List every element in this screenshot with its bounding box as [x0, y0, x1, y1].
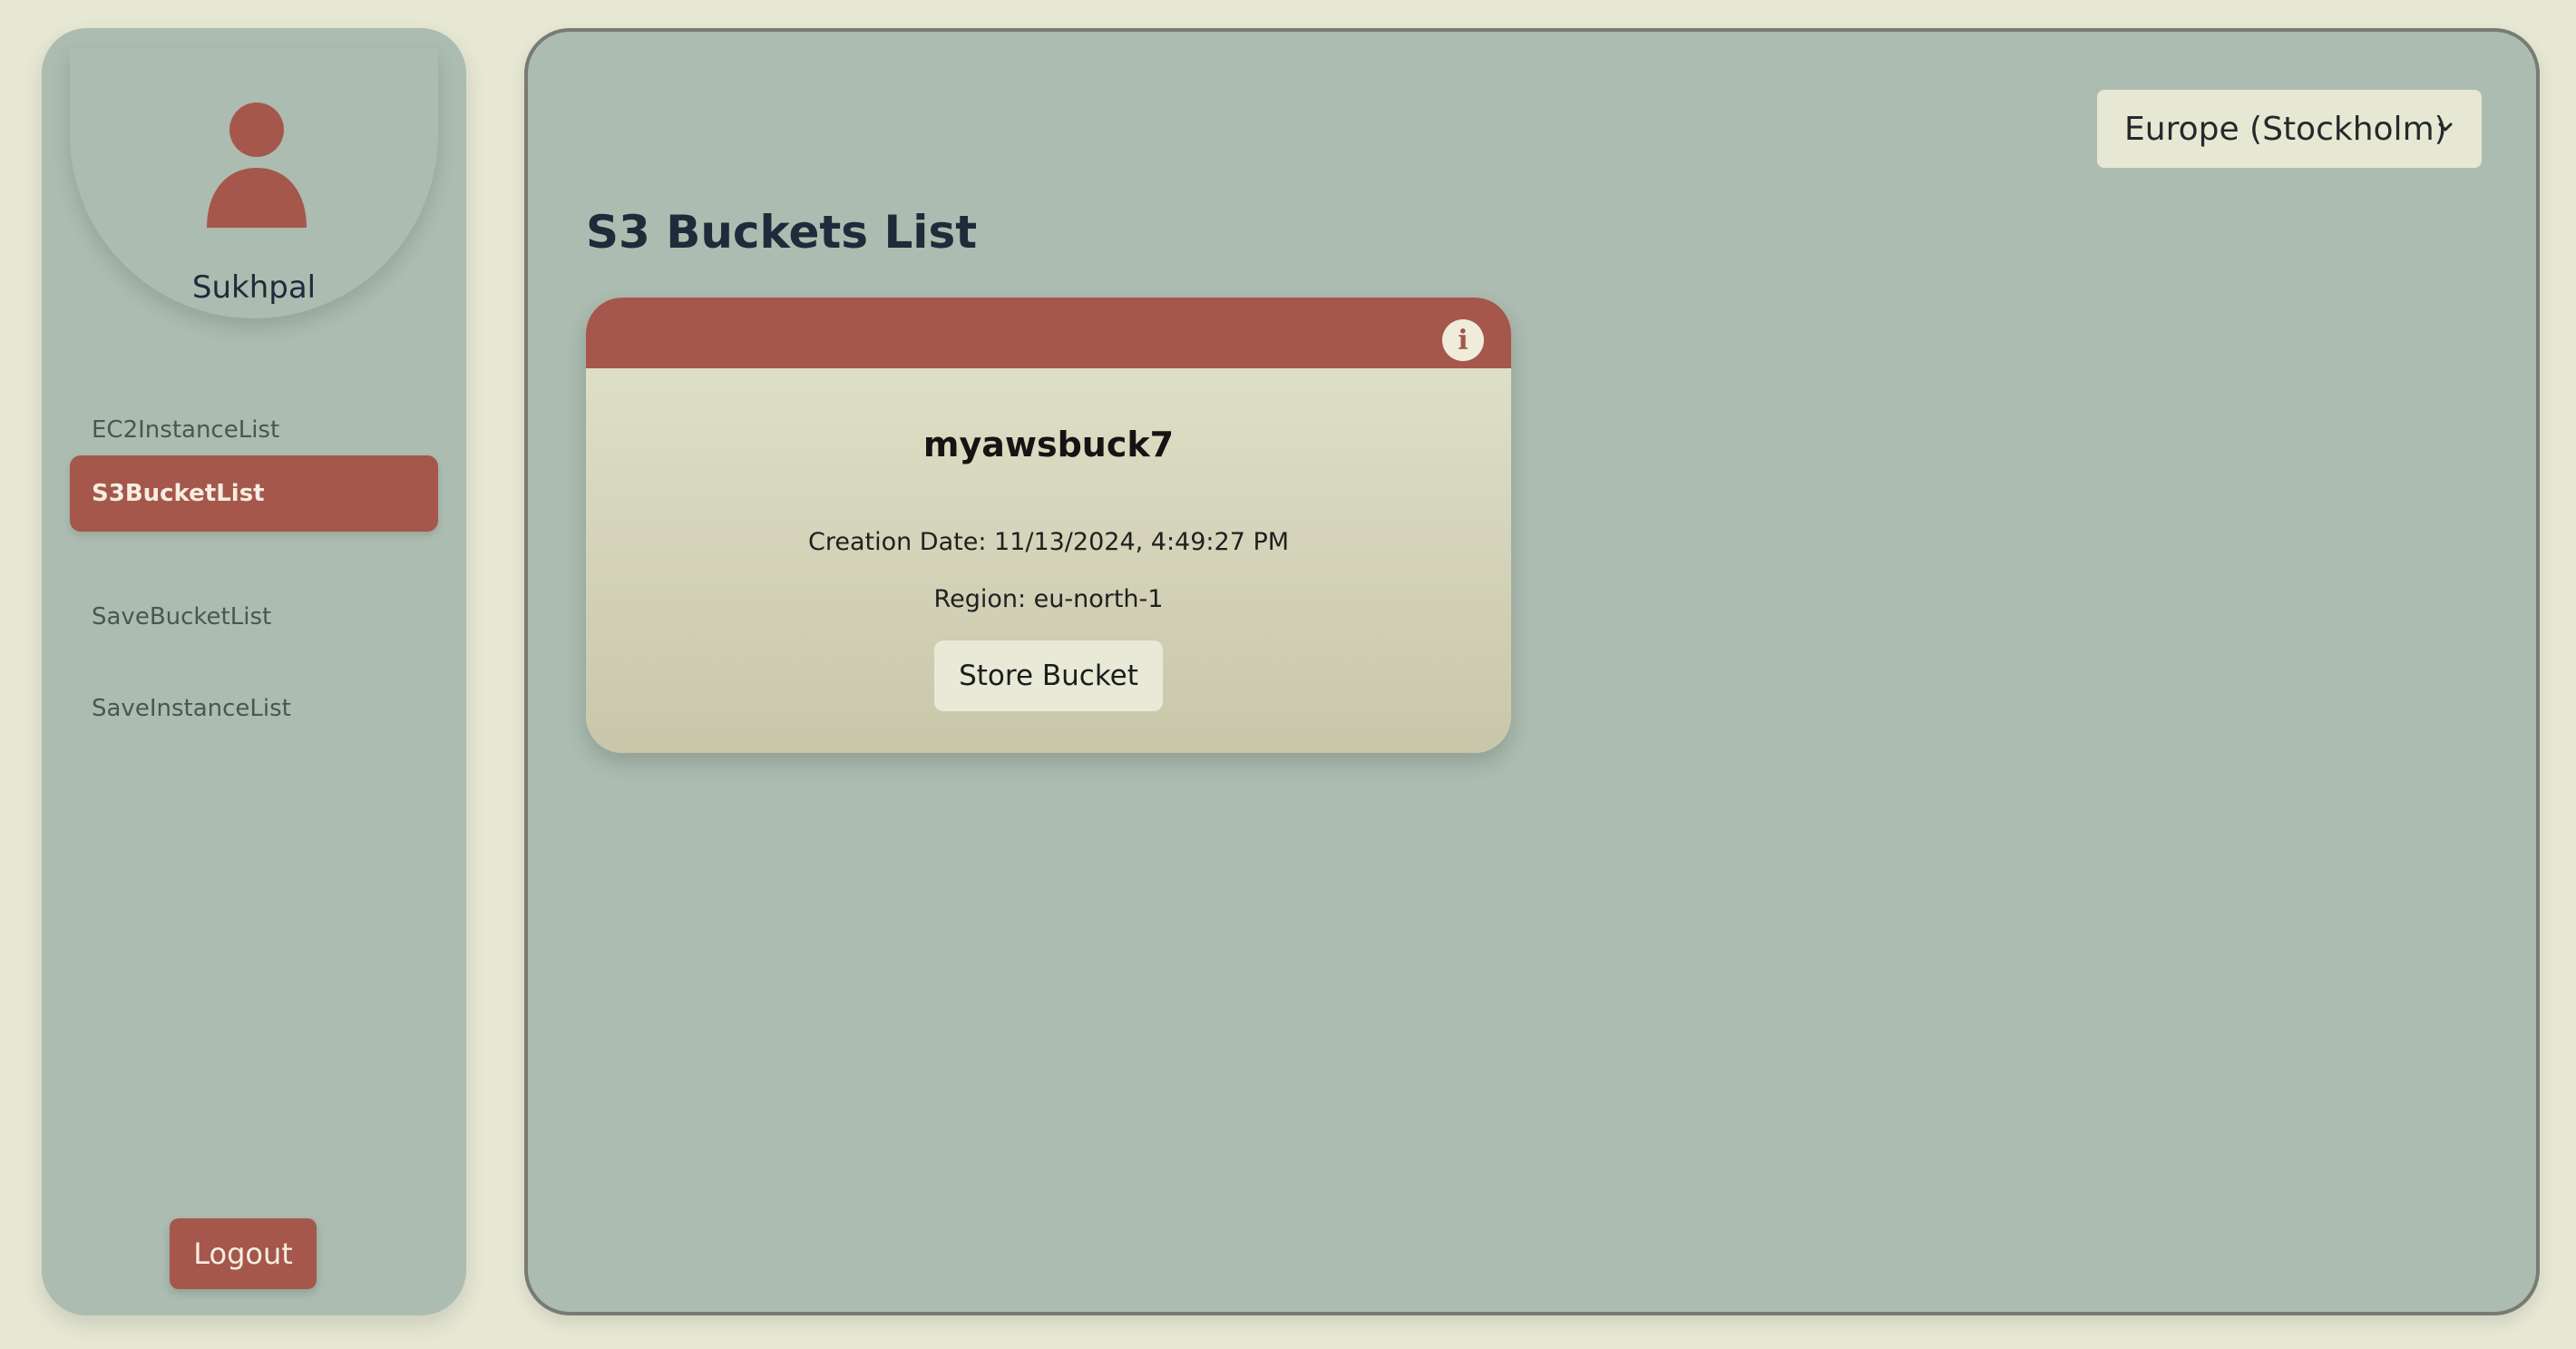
- bucket-card: i myawsbuck7 Creation Date: 11/13/2024, …: [586, 298, 1511, 753]
- sidebar-item-save-instance-list[interactable]: SaveInstanceList: [70, 670, 438, 747]
- main-panel: Europe (Stockholm) S3 Buckets List i mya…: [524, 28, 2540, 1315]
- page-title: S3 Buckets List: [586, 206, 978, 259]
- region-select-value: Europe (Stockholm): [2124, 110, 2447, 148]
- user-profile-card: Sukhpal: [70, 48, 438, 318]
- sidebar-item-s3-bucket-list[interactable]: S3BucketList: [70, 455, 438, 532]
- logout-button[interactable]: Logout: [170, 1218, 317, 1289]
- bucket-region: Region: eu-north-1: [933, 585, 1164, 613]
- sidebar-item-save-bucket-list[interactable]: SaveBucketList: [70, 579, 438, 655]
- bucket-card-header: i: [586, 298, 1511, 368]
- info-icon[interactable]: i: [1442, 319, 1484, 361]
- bucket-creation-date: Creation Date: 11/13/2024, 4:49:27 PM: [807, 528, 1290, 556]
- user-icon: [207, 103, 307, 228]
- sidebar: Sukhpal EC2InstanceList S3BucketList Sav…: [42, 28, 466, 1315]
- store-bucket-button[interactable]: Store Bucket: [934, 640, 1163, 711]
- region-select[interactable]: Europe (Stockholm): [2097, 90, 2482, 168]
- chevron-down-icon: [2438, 122, 2453, 132]
- bucket-name: myawsbuck7: [922, 425, 1175, 464]
- user-name: Sukhpal: [191, 269, 317, 306]
